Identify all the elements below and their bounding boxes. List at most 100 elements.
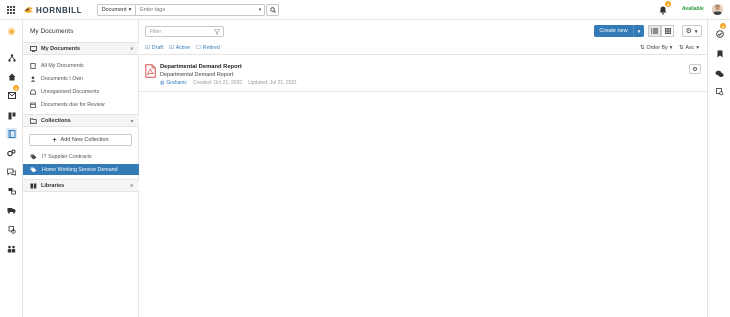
comments-icon	[715, 70, 724, 77]
gear-icon: ⚙	[685, 28, 692, 35]
add-collection-label: Add New Collection	[60, 137, 109, 143]
document-owner[interactable]: ◍ Grahamc	[160, 80, 187, 86]
collapse-chevrons-icon[interactable]: »	[130, 46, 133, 52]
my-documents-section-header[interactable]: My Documents »	[23, 42, 139, 55]
checkbox-unchecked-icon: ☐	[196, 45, 201, 51]
left-icon-rail: 3	[0, 20, 23, 317]
folder-open-icon	[30, 117, 37, 124]
rail-favourites[interactable]	[6, 26, 17, 37]
top-bar: HORNBILL Document ▾ ▾ 3 Available	[0, 0, 730, 20]
list-view-button[interactable]	[648, 25, 661, 37]
rail-delivery[interactable]	[6, 205, 17, 216]
search-scope-label: Document	[101, 7, 127, 13]
availability-status[interactable]: Available	[682, 6, 704, 12]
documents-side-panel: My Documents My Documents » All My Docum…	[23, 20, 139, 317]
nav-label: Unorganised Documents	[41, 88, 100, 95]
right-icon-rail: 4	[707, 20, 730, 317]
star-icon	[7, 27, 16, 36]
people-icon	[7, 245, 16, 252]
grid-view-button[interactable]	[661, 25, 674, 37]
rail-board[interactable]	[6, 110, 17, 121]
search-scope-select[interactable]: Document ▾	[98, 5, 136, 15]
filter-draft-checkbox[interactable]: ☑ Draft	[145, 45, 163, 51]
rail-activity[interactable]: 4	[714, 23, 726, 39]
expand-chevrons-icon[interactable]: «	[130, 183, 133, 189]
rail-tasks[interactable]	[714, 86, 725, 97]
list-icon	[651, 28, 658, 34]
cogs-icon	[7, 149, 16, 156]
rail-reports[interactable]	[6, 224, 17, 235]
library-icon	[30, 183, 37, 188]
filter-input[interactable]: Filter	[145, 26, 224, 37]
rail-conversations[interactable]	[714, 68, 725, 79]
notifications-button[interactable]: 3	[659, 1, 671, 15]
settings-button[interactable]: ⚙ ▼	[682, 25, 702, 37]
hornbill-logo[interactable]: HORNBILL	[24, 5, 82, 15]
collection-home-working-service-demand[interactable]: Home Working Service Demand	[23, 164, 139, 175]
libraries-section-header[interactable]: Libraries «	[23, 179, 139, 192]
document-created: Created: Oct 21, 2020	[192, 80, 243, 86]
panel-title: My Documents	[30, 28, 74, 35]
filter-active-checkbox[interactable]: ☑ Active	[169, 45, 190, 51]
collection-it-supplier-contracts[interactable]: IT Supplier Contracts	[23, 151, 139, 162]
search-button[interactable]	[266, 4, 279, 16]
collections-toggle-icon[interactable]: »	[129, 120, 135, 123]
rail-chat[interactable]	[6, 166, 17, 177]
nav-label: Documents I Own	[41, 75, 84, 82]
rail-home[interactable]	[6, 71, 17, 82]
sort-direction-icon: ⇅	[679, 45, 684, 51]
filter-active-label: Active	[175, 45, 191, 51]
search-input[interactable]	[136, 5, 256, 15]
check-circle-icon	[715, 29, 724, 38]
document-title[interactable]: Departmental Demand Report	[160, 64, 242, 70]
nav-all-my-documents[interactable]: All My Documents	[23, 60, 139, 71]
collections-section-header[interactable]: Collections »	[23, 114, 139, 127]
search-dropdown-caret-icon[interactable]: ▾	[256, 7, 264, 13]
globe-icon: ◍	[160, 80, 165, 86]
filter-retired-checkbox[interactable]: ☐ Retired	[196, 45, 220, 51]
nav-documents-due-for-review[interactable]: Documents due for Review	[23, 99, 139, 110]
envelope-icon	[7, 92, 16, 99]
calendar-icon	[30, 102, 36, 108]
chevron-down-icon: ▾	[669, 45, 673, 51]
home-icon	[8, 73, 15, 80]
sort-icon: ⇅	[640, 45, 645, 51]
document-options-button[interactable]: ⚙	[689, 64, 701, 74]
chevron-down-icon: ▼	[693, 28, 699, 34]
rail-bookmarks[interactable]	[714, 48, 725, 59]
owner-name: Grahamc	[166, 80, 187, 86]
rail-services[interactable]	[6, 185, 17, 196]
logo-text: HORNBILL	[36, 5, 83, 15]
tags-icon	[30, 167, 37, 172]
collection-label: Home Working Service Demand	[42, 166, 118, 173]
sort-direction-dropdown[interactable]: ⇅ Asc ▾	[679, 45, 699, 51]
rail-people[interactable]	[6, 243, 17, 254]
filter-placeholder: Filter	[150, 28, 162, 35]
document-row[interactable]: Departmental Demand Report Departmental …	[139, 56, 707, 92]
checkbox-checked-icon: ☑	[145, 45, 150, 51]
nav-unorganised-documents[interactable]: Unorganised Documents	[23, 86, 139, 97]
notification-count-badge: 3	[665, 1, 671, 7]
rail-collaboration[interactable]	[6, 147, 17, 158]
task-search-icon	[715, 87, 723, 95]
activity-count-badge: 4	[720, 23, 726, 29]
rail-documents[interactable]	[6, 128, 17, 139]
collection-label: IT Supplier Contracts	[42, 153, 92, 160]
rail-mail[interactable]: 3	[6, 85, 19, 101]
chevron-down-icon: ▾	[696, 45, 699, 51]
nav-documents-i-own[interactable]: Documents I Own	[23, 73, 139, 84]
nav-label: Documents due for Review	[41, 101, 105, 108]
rail-workflow[interactable]	[6, 52, 17, 63]
nav-label: All My Documents	[41, 62, 84, 69]
add-new-collection-button[interactable]: + Add New Collection	[29, 134, 132, 146]
documents-icon	[30, 62, 36, 69]
grid-icon	[664, 28, 671, 34]
filter-retired-label: Retired	[202, 45, 220, 51]
create-new-button[interactable]: Create new ▼	[594, 25, 644, 37]
workflow-icon	[7, 53, 16, 62]
order-by-dropdown[interactable]: ⇅ Order By ▾	[640, 45, 672, 51]
app-grid-icon[interactable]	[7, 6, 15, 14]
create-dropdown-caret-icon[interactable]: ▼	[633, 25, 644, 37]
user-avatar[interactable]	[712, 4, 723, 15]
order-by-label: Order By	[646, 45, 668, 51]
